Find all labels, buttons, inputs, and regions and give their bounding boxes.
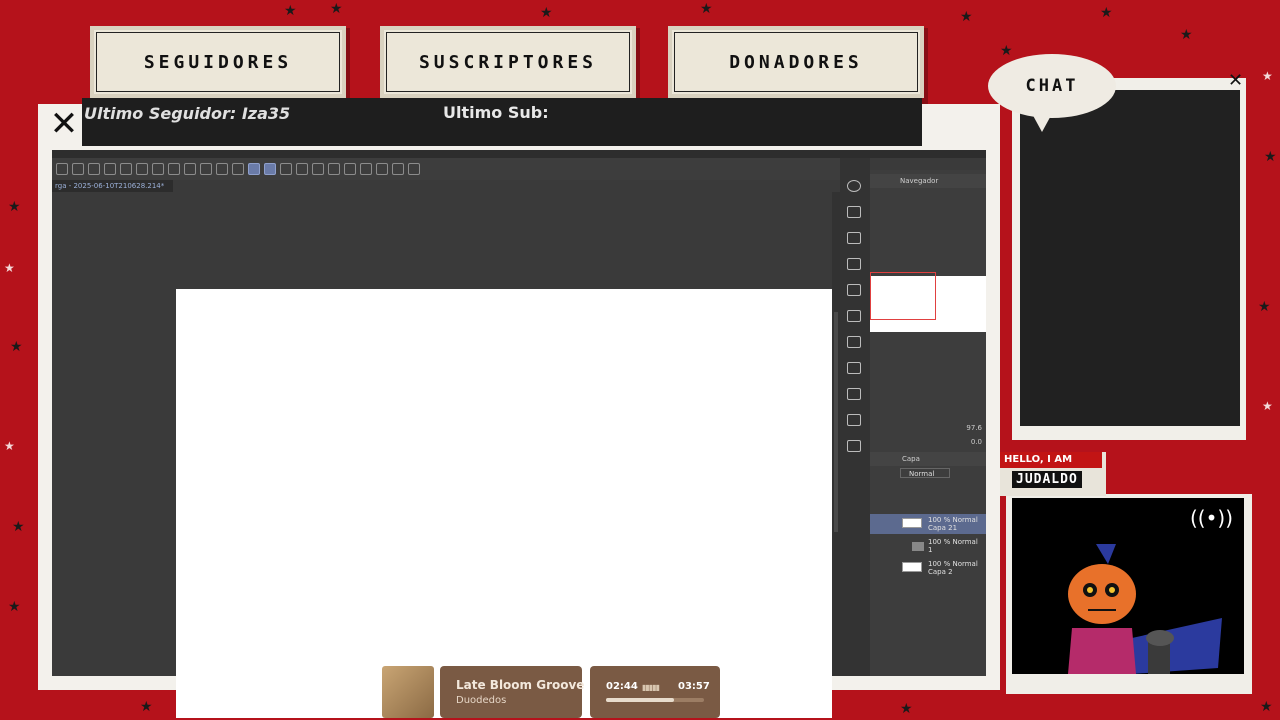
tool-property-icon[interactable] [847,232,861,244]
canvas-area[interactable] [52,192,832,718]
brush-size-icon[interactable] [847,258,861,270]
time-card [590,666,720,718]
donors-label: DONADORES [672,30,920,94]
snap-special-ruler-icon[interactable] [264,163,276,175]
chat-close-icon: ✕ [1228,70,1244,91]
total-time: 03:57 [678,681,710,692]
crop-icon[interactable] [232,163,244,175]
vector-d-icon[interactable] [376,163,388,175]
open-file-icon[interactable] [88,163,100,175]
document-icon[interactable] [296,163,308,175]
new-file-icon[interactable] [72,163,84,175]
vector-b-icon[interactable] [344,163,356,175]
progress-bar [606,698,704,702]
layer-thumbnail [902,518,922,528]
invert-selection-icon[interactable] [216,163,228,175]
close-icon: ✕ [49,104,79,144]
album-art [382,666,434,718]
transform-icon[interactable] [184,163,196,175]
layer-row[interactable]: 100 % Normal 1 [870,536,986,556]
layer-name: Capa 21 [928,524,958,532]
folder-icon [912,542,924,551]
track-card [440,666,582,718]
blend-mode-select[interactable]: Normal [900,468,950,478]
last-follower-text: Ultimo Seguidor: Iza35 [84,104,291,123]
drawing-app-window: rga - 2025-06-10T210628.214* Navegador 9… [52,150,986,718]
snap-ruler-icon[interactable] [248,163,260,175]
layer-mode: 100 % Normal [928,560,978,568]
streamer-name: JUDALDO [1012,471,1082,488]
equalizer-icon: ▮▮▮▮▮ [642,683,660,692]
layer-name: Capa 2 [928,568,953,576]
chat-bubble: CHAT [988,54,1116,118]
undo-icon[interactable] [120,163,132,175]
layer-property-icon[interactable] [847,414,861,426]
last-sub-text: Ultimo Sub: [443,103,549,122]
history-icon[interactable] [847,362,861,374]
help-icon[interactable] [312,163,324,175]
fill-icon[interactable] [168,163,180,175]
followers-label-text: SEGUIDORES [96,32,340,92]
layer-row[interactable]: 100 % Normal Capa 21 [870,514,986,534]
layer-search-icon[interactable] [847,440,861,452]
progress-fill [606,698,674,702]
track-artist: Duodedos [456,695,507,706]
zoom-readout[interactable]: 97.6 [874,424,982,434]
navigator-header[interactable]: Navegador [870,174,986,188]
layer-mode: 100 % Normal [928,538,978,546]
vertical-scrollbar[interactable] [832,192,840,676]
chat-area [1020,90,1240,426]
command-toolbar [52,158,842,180]
document-tab[interactable]: rga - 2025-06-10T210628.214* [52,180,173,192]
angle-readout[interactable]: 0.0 [874,438,982,448]
broadcast-icon: ((•)) [1190,506,1234,530]
layer-name: 1 [928,546,933,554]
vector-a-icon[interactable] [328,163,340,175]
settings-icon[interactable] [408,163,420,175]
followers-label: SEGUIDORES [94,30,342,94]
menu-icon[interactable] [56,163,68,175]
right-panel: Navegador 97.6 0.0 Capa Normal 100 % Nor… [870,170,986,676]
scrollbar-thumb[interactable] [834,312,838,532]
deselect-icon[interactable] [200,163,212,175]
redo-icon[interactable] [136,163,148,175]
vector-c-icon[interactable] [360,163,372,175]
sub-tool-icon[interactable] [847,206,861,218]
drawing-canvas[interactable] [176,289,832,718]
color-set-icon[interactable] [847,336,861,348]
menu-bar[interactable] [52,150,986,158]
color-wheel-icon[interactable] [847,310,861,322]
snap-grid-icon[interactable] [280,163,292,175]
material-icon[interactable] [847,284,861,296]
panel-icon-column [840,158,870,676]
book-icon[interactable] [392,163,404,175]
layer-thumbnail [902,562,922,572]
chat-title: CHAT [1025,76,1079,96]
subscribers-label: SUSCRIPTORES [384,30,632,94]
auto-action-icon[interactable] [847,388,861,400]
navigator-view-frame[interactable] [870,272,936,320]
save-icon[interactable] [104,163,116,175]
navigator-icon[interactable] [847,180,861,192]
layer-row[interactable]: 100 % Normal Capa 2 [870,558,986,578]
donors-label-text: DONADORES [674,32,918,92]
hello-text: HELLO, I AM [1000,452,1102,468]
track-title: Late Bloom Groove [456,678,585,692]
clear-icon[interactable] [152,163,164,175]
subscribers-label-text: SUSCRIPTORES [386,32,630,92]
layer-panel-header[interactable]: Capa [870,452,986,466]
layer-mode: 100 % Normal [928,516,978,524]
elapsed-time: 02:44 [606,681,638,692]
